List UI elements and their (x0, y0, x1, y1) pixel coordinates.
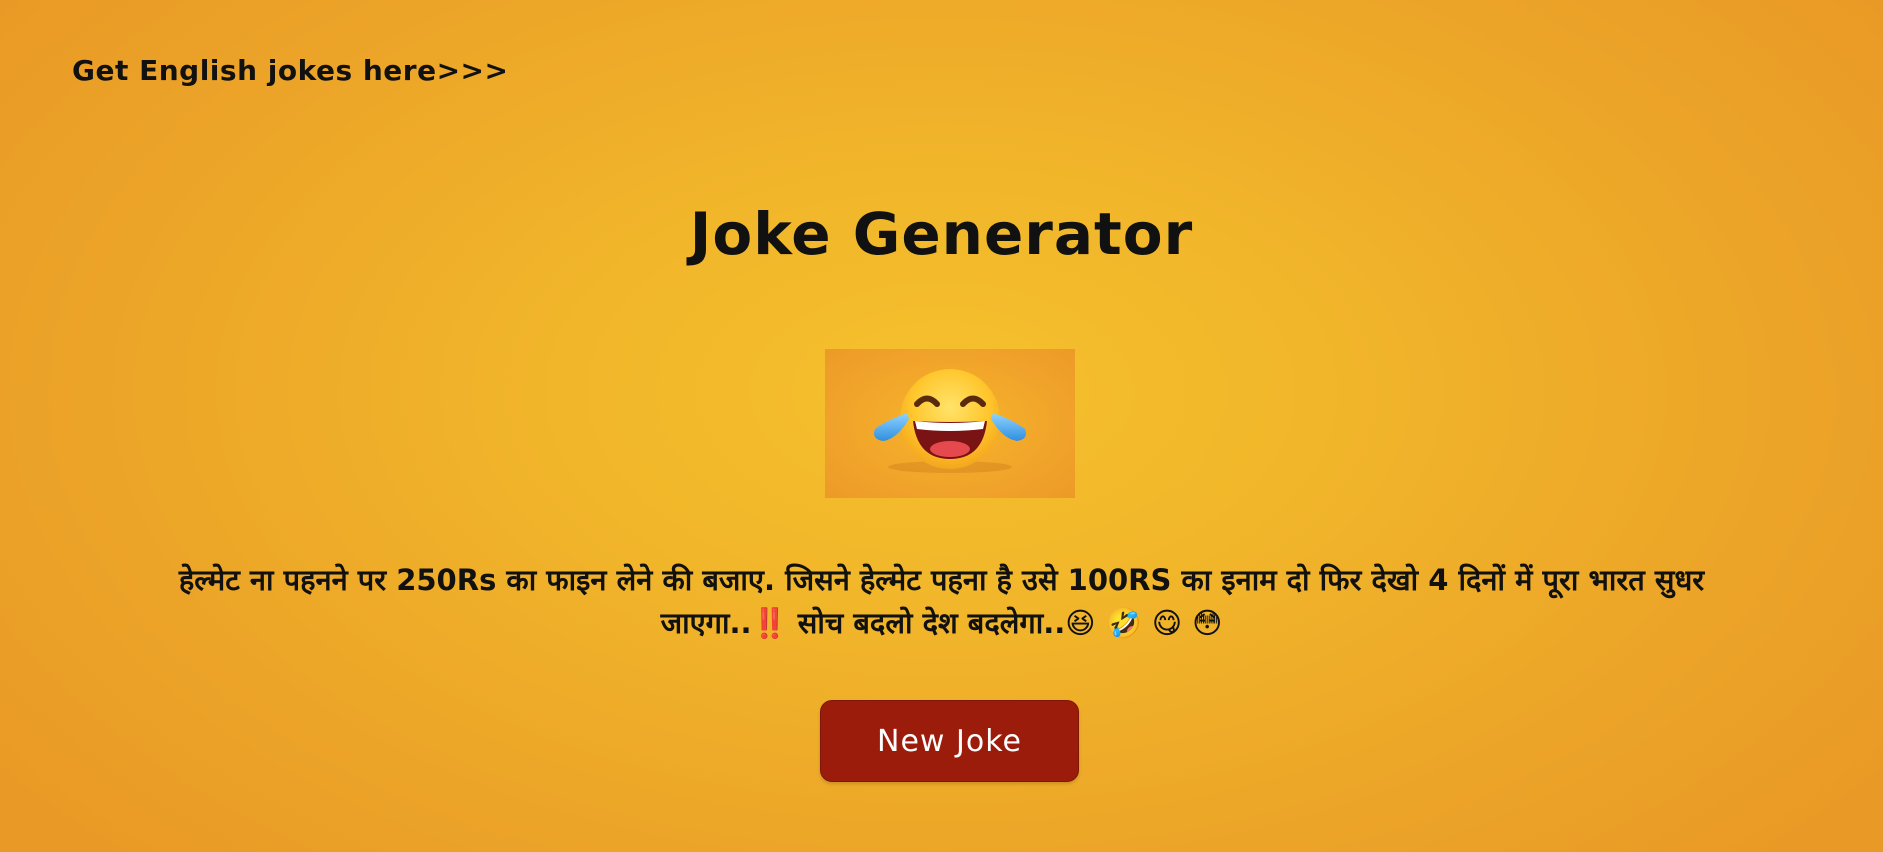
new-joke-button[interactable]: New Joke (820, 700, 1079, 782)
hero-image (825, 349, 1075, 498)
english-jokes-link[interactable]: Get English jokes here>>> (72, 54, 508, 87)
joke-text: हेल्मेट ना पहनने पर 250Rs का फाइन लेने क… (178, 563, 1705, 640)
laughing-with-tears-emoji-icon (874, 369, 1026, 473)
page-title: Joke Generator (689, 200, 1194, 268)
